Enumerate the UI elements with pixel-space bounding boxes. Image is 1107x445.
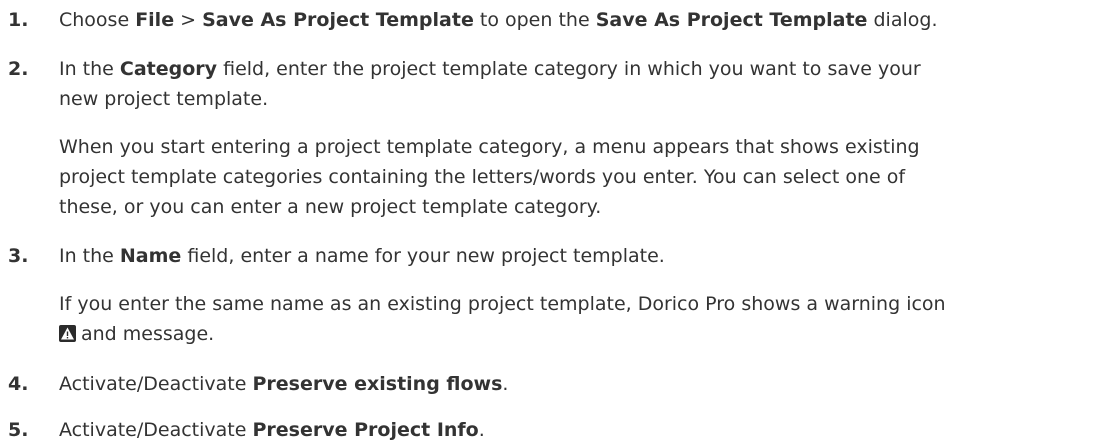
step-text: new project template.: [59, 88, 269, 110]
step-number: 3.: [8, 245, 29, 267]
step-number: 4.: [8, 373, 29, 395]
field-category: Category: [119, 58, 218, 80]
text-run: to open the: [473, 9, 596, 31]
dialog-name: Save As Project Template: [595, 9, 868, 31]
menu-save-as-project-template: Save As Project Template: [202, 9, 474, 31]
step-note: When you start entering a project templa…: [59, 136, 920, 158]
step-note: and message.: [59, 320, 1104, 348]
text-run: and message.: [81, 323, 215, 345]
procedure-steps: 1. Choose File > Save As Project Templat…: [0, 0, 1107, 445]
step-note: project template categories containing t…: [59, 166, 906, 188]
step-number: 2.: [8, 58, 29, 80]
step-text: In the Name field, enter a name for your…: [59, 242, 1104, 270]
text-run: In the: [59, 58, 120, 80]
step-note: these, or you can enter a new project te…: [59, 196, 602, 218]
text-run: Choose: [59, 9, 136, 31]
step-text: Activate/Deactivate Preserve existing fl…: [59, 370, 1104, 398]
text-run: Activate/Deactivate: [59, 373, 253, 395]
step-number: 1.: [8, 9, 29, 31]
warning-icon: [59, 325, 76, 342]
text-run: field, enter the project template catego…: [217, 58, 921, 80]
text-run: .: [502, 373, 509, 395]
option-preserve-project-info: Preserve Project Info: [252, 419, 479, 441]
field-name: Name: [119, 245, 182, 267]
step-text: In the Category field, enter the project…: [59, 55, 1104, 83]
text-run: Activate/Deactivate: [59, 419, 253, 441]
step-note: If you enter the same name as an existin…: [59, 293, 946, 315]
step-text: Choose File > Save As Project Template t…: [59, 6, 1104, 34]
step-text: Activate/Deactivate Preserve Project Inf…: [59, 416, 1104, 444]
text-run: In the: [59, 245, 120, 267]
option-preserve-existing-flows: Preserve existing flows: [252, 373, 503, 395]
text-run: >: [174, 9, 203, 31]
text-run: dialog.: [867, 9, 938, 31]
step-number: 5.: [8, 419, 29, 441]
menu-file: File: [135, 9, 175, 31]
text-run: .: [478, 419, 485, 441]
text-run: field, enter a name for your new project…: [181, 245, 665, 267]
